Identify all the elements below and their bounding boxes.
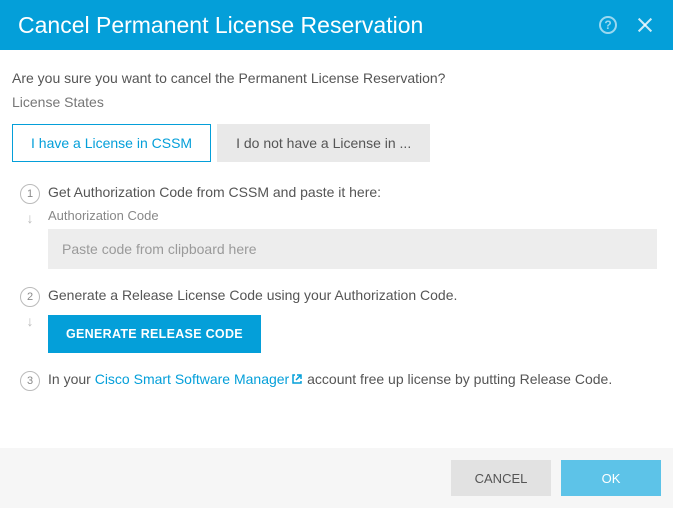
step-2: 2 ↓ Generate a Release License Code usin…	[12, 287, 661, 353]
steps-container: 1 ↓ Get Authorization Code from CSSM and…	[12, 184, 661, 395]
step-1: 1 ↓ Get Authorization Code from CSSM and…	[12, 184, 661, 269]
arrow-down-icon: ↓	[27, 313, 34, 329]
arrow-down-icon: ↓	[27, 210, 34, 226]
cssm-link-text: Cisco Smart Software Manager	[95, 371, 290, 387]
step-2-title: Generate a Release License Code using yo…	[48, 287, 657, 303]
step-3-number: 3	[20, 371, 40, 391]
cssm-link[interactable]: Cisco Smart Software Manager	[95, 371, 304, 387]
dialog-footer: CANCEL OK	[0, 448, 673, 508]
step-2-number: 2	[20, 287, 40, 307]
step-3-suffix: account free up license by putting Relea…	[303, 371, 612, 387]
step-1-body: Get Authorization Code from CSSM and pas…	[48, 184, 661, 269]
dialog-title: Cancel Permanent License Reservation	[18, 12, 423, 39]
step-3-prefix: In your	[48, 371, 95, 387]
tab-no-license[interactable]: I do not have a License in ...	[217, 124, 430, 162]
cancel-button[interactable]: CANCEL	[451, 460, 551, 496]
external-link-icon	[291, 373, 303, 385]
auth-code-label: Authorization Code	[48, 208, 657, 223]
step-3-body: In your Cisco Smart Software Manager acc…	[48, 371, 661, 395]
step-1-title: Get Authorization Code from CSSM and pas…	[48, 184, 657, 200]
step-1-marker: 1 ↓	[12, 184, 48, 269]
header-icons: ?	[599, 15, 655, 35]
step-2-body: Generate a Release License Code using yo…	[48, 287, 661, 353]
tab-have-license[interactable]: I have a License in CSSM	[12, 124, 211, 162]
license-states-label: License States	[12, 94, 661, 110]
dialog-content: Are you sure you want to cancel the Perm…	[0, 50, 673, 395]
auth-code-input[interactable]	[48, 229, 657, 269]
step-1-number: 1	[20, 184, 40, 204]
confirm-text: Are you sure you want to cancel the Perm…	[12, 70, 661, 86]
close-icon[interactable]	[635, 15, 655, 35]
generate-release-code-button[interactable]: GENERATE RELEASE CODE	[48, 315, 261, 353]
step-3-text: In your Cisco Smart Software Manager acc…	[48, 371, 657, 387]
step-3-marker: 3	[12, 371, 48, 395]
dialog-header: Cancel Permanent License Reservation ?	[0, 0, 673, 50]
tabs: I have a License in CSSM I do not have a…	[12, 124, 661, 162]
help-icon[interactable]: ?	[599, 16, 617, 34]
step-2-marker: 2 ↓	[12, 287, 48, 353]
ok-button[interactable]: OK	[561, 460, 661, 496]
step-3: 3 In your Cisco Smart Software Manager a…	[12, 371, 661, 395]
